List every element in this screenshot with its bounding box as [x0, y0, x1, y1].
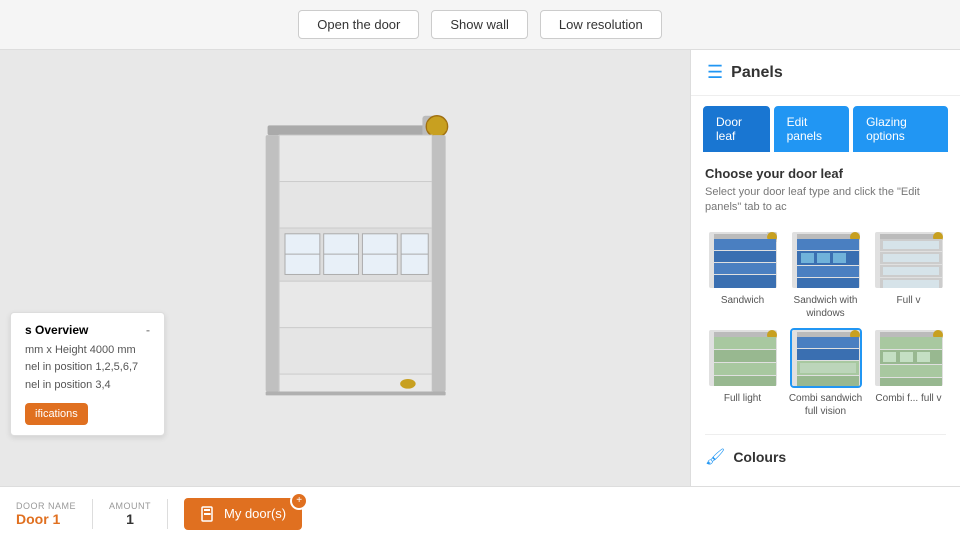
panel-title: Panels [731, 64, 783, 82]
info-panel-title: s Overview [25, 323, 88, 337]
door-type-combi-full-vision-2[interactable]: Combi f... full v [871, 328, 946, 418]
door-type-sandwich-windows-label: Sandwich with windows [788, 294, 863, 320]
door-name-value: Door 1 [16, 511, 76, 527]
colours-section: 🖌 Colours [705, 434, 946, 467]
separator-2 [167, 499, 168, 529]
my-doors-label: My door(s) [224, 506, 286, 521]
door-type-sandwich-img [707, 230, 779, 290]
door-type-full-light-label: Full light [724, 392, 761, 405]
separator-1 [92, 499, 93, 529]
tab-door-leaf[interactable]: Door leaf [703, 106, 770, 152]
door-types-grid: Sandwich [705, 230, 946, 418]
door-type-combi-sandwich-full-vision-img [790, 328, 862, 388]
section-title: Choose your door leaf [705, 166, 946, 181]
open-door-button[interactable]: Open the door [298, 10, 419, 39]
main-content: s Overview - mm x Height 4000 mm nel in … [0, 50, 960, 486]
door-type-full-light-img [707, 328, 779, 388]
paint-brush-icon: 🖌 [705, 447, 725, 467]
door-name-label: DOOR NAME [16, 501, 76, 511]
my-doors-button[interactable]: My door(s) + [184, 498, 302, 530]
hamburger-icon: ☰ [707, 62, 723, 83]
tab-edit-panels[interactable]: Edit panels [774, 106, 849, 152]
top-bar: Open the door Show wall Low resolution [0, 0, 960, 50]
right-panel: ☰ Panels Door leaf Edit panels Glazing o… [690, 50, 960, 486]
door-type-sandwich[interactable]: Sandwich [705, 230, 780, 320]
info-line-3: nel in position 3,4 [25, 378, 150, 393]
panel-content: Choose your door leaf Select your door l… [691, 152, 960, 486]
low-resolution-button[interactable]: Low resolution [540, 10, 662, 39]
section-desc: Select your door leaf type and click the… [705, 185, 946, 216]
viewer-area: s Overview - mm x Height 4000 mm nel in … [0, 50, 690, 486]
info-line-1: mm x Height 4000 mm [25, 343, 150, 358]
door-svg [225, 108, 465, 408]
info-panel-header: s Overview - [25, 323, 150, 337]
door-type-sandwich-label: Sandwich [721, 294, 764, 307]
door-type-full-light[interactable]: Full light [705, 328, 780, 418]
tab-glazing-options[interactable]: Glazing options [853, 106, 948, 152]
door-type-full-vision-label: Full v [897, 294, 921, 307]
info-panel-collapse[interactable]: - [146, 323, 150, 337]
door-type-sandwich-windows-img [790, 230, 862, 290]
colours-title: Colours [733, 449, 786, 465]
right-panel-header: ☰ Panels [691, 50, 960, 96]
tabs-container: Door leaf Edit panels Glazing options [691, 96, 960, 152]
door-illustration [225, 108, 465, 408]
door-type-combi-full-vision-2-label: Combi f... full v [875, 392, 941, 405]
amount-value: 1 [126, 511, 134, 527]
door-name-field: DOOR NAME Door 1 [16, 501, 76, 527]
door-type-combi-sandwich-full-vision[interactable]: Combi sandwich full vision [788, 328, 863, 418]
amount-label: AMOUNT [109, 501, 151, 511]
bottom-bar: DOOR NAME Door 1 AMOUNT 1 My door(s) + [0, 486, 960, 540]
door-type-full-vision[interactable]: Full v [871, 230, 946, 320]
info-line-2: nel in position 1,2,5,6,7 [25, 360, 150, 375]
my-doors-icon [200, 506, 216, 522]
door-type-combi-full-vision-2-img [873, 328, 945, 388]
amount-field: AMOUNT 1 [109, 501, 151, 527]
door-type-sandwich-windows[interactable]: Sandwich with windows [788, 230, 863, 320]
door-type-combi-sandwich-full-vision-label: Combi sandwich full vision [788, 392, 863, 418]
show-wall-button[interactable]: Show wall [431, 10, 528, 39]
info-panel: s Overview - mm x Height 4000 mm nel in … [10, 312, 165, 436]
my-doors-badge: + [290, 492, 308, 510]
door-type-full-vision-img [873, 230, 945, 290]
specifications-button[interactable]: ifications [25, 403, 88, 425]
